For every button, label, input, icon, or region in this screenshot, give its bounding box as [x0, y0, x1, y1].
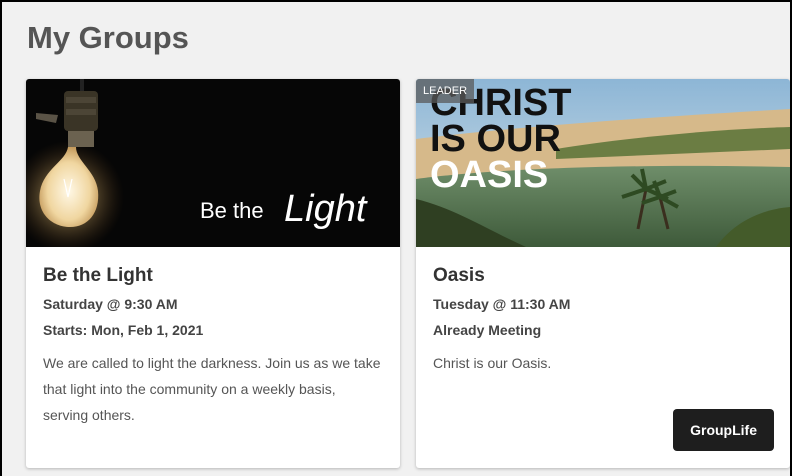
- group-image-be-the-light: Be the Light: [26, 79, 400, 247]
- light-bulb-image: Be the Light: [26, 79, 400, 247]
- group-description: Christ is our Oasis.: [433, 355, 552, 371]
- group-start-date: Starts: Mon, Feb 1, 2021: [43, 322, 204, 338]
- group-schedule: Saturday @ 9:30 AM: [43, 296, 178, 312]
- my-groups-panel: My Groups Be the Light Be the Light Satu…: [0, 0, 792, 476]
- leader-badge: LEADER: [416, 79, 475, 103]
- group-status: Already Meeting: [433, 322, 542, 338]
- group-schedule: Tuesday @ 11:30 AM: [433, 296, 571, 312]
- page-title: My Groups: [27, 20, 189, 55]
- oasis-image: CHRIST IS OUR OASIS: [416, 79, 790, 247]
- group-card-oasis[interactable]: CHRIST IS OUR OASIS LEADER Oasis Tuesday…: [416, 79, 790, 468]
- grouplife-button[interactable]: GroupLife: [673, 409, 774, 451]
- image-text-be-the: Be the: [200, 198, 264, 223]
- group-image-oasis: CHRIST IS OUR OASIS LEADER: [416, 79, 790, 247]
- group-title[interactable]: Be the Light: [43, 265, 383, 287]
- image-text-light: Light: [284, 188, 368, 230]
- group-description: We are called to light the darkness. Joi…: [43, 355, 381, 423]
- group-title[interactable]: Oasis: [433, 265, 773, 287]
- image-text-line-3: OASIS: [430, 154, 548, 196]
- group-card-be-the-light[interactable]: Be the Light Be the Light Saturday @ 9:3…: [26, 79, 400, 468]
